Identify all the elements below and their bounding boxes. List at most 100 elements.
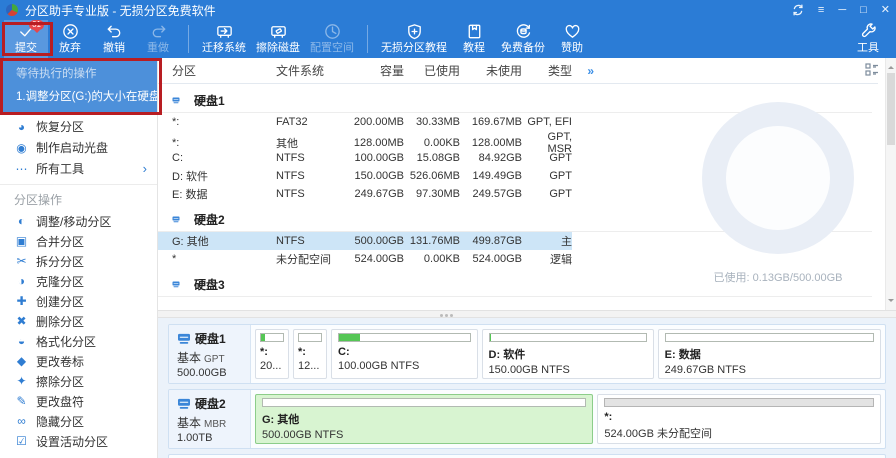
cell-4: 249.57GB [460, 188, 522, 200]
close-icon[interactable]: ✕ [881, 0, 890, 20]
column-header-2[interactable]: 容量 [338, 62, 404, 79]
partition-row[interactable]: G: 其他NTFS500.00GB131.76MB499.87GB主 [158, 232, 572, 250]
sidebar-item-split[interactable]: ✂ 拆分分区 [0, 251, 157, 271]
column-header-4[interactable]: 未使用 [460, 62, 522, 79]
partition-block[interactable]: E: 数据249.67GB NTFS [658, 329, 881, 379]
usage-bar [262, 398, 586, 407]
disk-style: 基本 [177, 416, 201, 430]
cell-1: NTFS [276, 152, 338, 164]
maximize-icon[interactable]: □ [860, 0, 867, 20]
sidebar-item-resize-move[interactable]: ◐调整/移动分区 [0, 211, 157, 231]
toolbar-button-undo[interactable]: 撤销 [92, 20, 136, 58]
toolbar-button-book[interactable]: 教程 [452, 20, 496, 58]
backup-icon [514, 22, 533, 41]
toolbar-button-backup[interactable]: 免费备份 [496, 20, 550, 58]
partition-row[interactable]: *未分配空间524.00GB0.00KB524.00GB逻辑 [158, 250, 572, 268]
cell-1: NTFS [276, 235, 338, 247]
menu-icon[interactable]: ≡ [818, 0, 824, 20]
sidebar-divider [0, 184, 157, 185]
disk-size: 500.00GB [177, 367, 246, 379]
tools-button-label: 工具 [857, 41, 879, 55]
sidebar-item-wipe[interactable]: ✦擦除分区 [0, 371, 157, 391]
view-toggle-icon[interactable] [865, 63, 879, 76]
cell-5: 逻辑 [522, 251, 572, 267]
toolbar-separator [367, 25, 368, 53]
disk-map-label[interactable]: 硬盘2基本MBR1.00TB [169, 390, 251, 448]
partition-row[interactable]: C:NTFS100.00GB15.08GB84.92GBGPT [158, 149, 572, 167]
partition-row[interactable]: D: 软件NTFS150.00GB526.06MB149.49GBGPT [158, 167, 572, 185]
toolbar-button-clock-pie: 配置空间 [305, 20, 359, 58]
toolbar-button-heart[interactable]: 赞助 [550, 20, 594, 58]
sidebar-item-label: 调整/移动分区 [36, 213, 111, 230]
column-header-1[interactable]: 文件系统 [276, 62, 338, 79]
sidebar-section-title: 分区操作 [0, 189, 157, 211]
pane-splitter[interactable] [158, 310, 896, 318]
disk-usage-label: 已使用: 0.13GB/500.00GB [696, 269, 860, 285]
sidebar-item-volume-label[interactable]: ◆更改卷标 [0, 351, 157, 371]
scroll-up-icon[interactable] [888, 63, 894, 69]
heart-icon [563, 22, 582, 41]
toolbar-button-label: 赞助 [561, 41, 583, 55]
disk-icon [177, 333, 195, 345]
toolbar-button-drive-erase[interactable]: 擦除磁盘 [251, 20, 305, 58]
toolbar-button-circle-x[interactable]: 放弃 [48, 20, 92, 58]
column-header-0[interactable]: 分区 [172, 62, 276, 79]
sidebar-item-merge[interactable]: ▣合并分区 [0, 231, 157, 251]
sidebar-item-create[interactable]: ✚创建分区 [0, 291, 157, 311]
toolbar-button-shield-plus[interactable]: 无损分区教程 [376, 20, 452, 58]
minimize-icon[interactable]: ─ [838, 0, 846, 20]
split-icon: ✂ [14, 254, 29, 268]
sidebar-item-hide[interactable]: ∞隐藏分区 [0, 411, 157, 431]
clock-pie-icon [323, 22, 342, 41]
disk-name: 硬盘1 [195, 330, 226, 347]
scroll-down-icon[interactable] [888, 299, 894, 305]
cell-5: GPT, EFI [522, 116, 572, 128]
drive-erase-icon [269, 22, 288, 41]
cell-5: GPT [522, 152, 572, 164]
refresh-icon[interactable] [792, 4, 804, 16]
pending-operation-item[interactable]: 1.调整分区(G:)的大小在硬盘2上 [16, 88, 148, 104]
toolbar-button-check[interactable]: 提交01 [4, 20, 48, 58]
sidebar-item-all-tools[interactable]: ⋯所有工具› [0, 158, 157, 179]
sidebar-item-label: 更改盘符 [36, 393, 84, 410]
partition-block[interactable]: *:524.00GB 未分配空间 [597, 394, 881, 444]
table-scrollbar[interactable] [885, 58, 896, 310]
delete-icon: ✖ [14, 314, 29, 328]
cell-5: GPT [522, 188, 572, 200]
tools-button[interactable]: 工具 [846, 20, 890, 58]
partition-block[interactable]: C:100.00GB NTFS [331, 329, 478, 379]
partition-size: 20... [260, 360, 284, 372]
partition-row[interactable]: *:其他128.00MB0.00KB128.00MBGPT, MSR [158, 131, 572, 149]
recover-partition-icon: ◕ [14, 120, 29, 134]
sidebar-item-label: 所有工具 [36, 160, 84, 177]
partition-block[interactable]: D: 软件150.00GB NTFS [482, 329, 654, 379]
column-header-5[interactable]: 类型 [522, 62, 572, 79]
cell-1: FAT32 [276, 116, 338, 128]
more-columns-icon[interactable]: » [572, 64, 596, 78]
sidebar-item-recover-partition[interactable]: ◕恢复分区 [0, 116, 157, 137]
book-icon [465, 22, 484, 41]
partition-row[interactable]: E: 数据NTFS249.67GB97.30MB249.57GBGPT [158, 185, 572, 203]
sidebar-item-label: 拆分分区 [36, 253, 84, 270]
sidebar-item-format[interactable]: ◒格式化分区 [0, 331, 157, 351]
partition-row[interactable]: *:FAT32200.00MB30.33MB169.67MBGPT, EFI [158, 113, 572, 131]
merge-icon: ▣ [14, 234, 29, 248]
partition-block[interactable]: *:20... [255, 329, 289, 379]
column-header-3[interactable]: 已使用 [404, 62, 460, 79]
sidebar-item-delete[interactable]: ✖删除分区 [0, 311, 157, 331]
toolbar-button-drive-arrow[interactable]: 迁移系统 [197, 20, 251, 58]
disk-size: 1.00TB [177, 432, 246, 444]
sidebar-item-clone[interactable]: ◑克隆分区 [0, 271, 157, 291]
cell-2: 128.00MB [338, 137, 404, 149]
scrollbar-thumb[interactable] [887, 73, 895, 145]
sidebar-item-boot-disc[interactable]: ◉制作启动光盘 [0, 137, 157, 158]
cell-2: 150.00GB [338, 170, 404, 182]
disk-map-label[interactable]: 硬盘1基本GPT500.00GB [169, 325, 251, 383]
partition-block[interactable]: *:12... [293, 329, 327, 379]
sidebar-item-drive-letter[interactable]: ✎更改盘符 [0, 391, 157, 411]
usage-bar [298, 333, 322, 342]
main-area: 分区文件系统容量已使用未使用类型» 硬盘1 *:FAT32200.00MB30.3… [158, 58, 896, 458]
partition-block[interactable]: G: 其他500.00GB NTFS [255, 394, 593, 444]
partition-label: *: [298, 346, 322, 358]
sidebar-item-set-active[interactable]: ☑设置活动分区 [0, 431, 157, 451]
